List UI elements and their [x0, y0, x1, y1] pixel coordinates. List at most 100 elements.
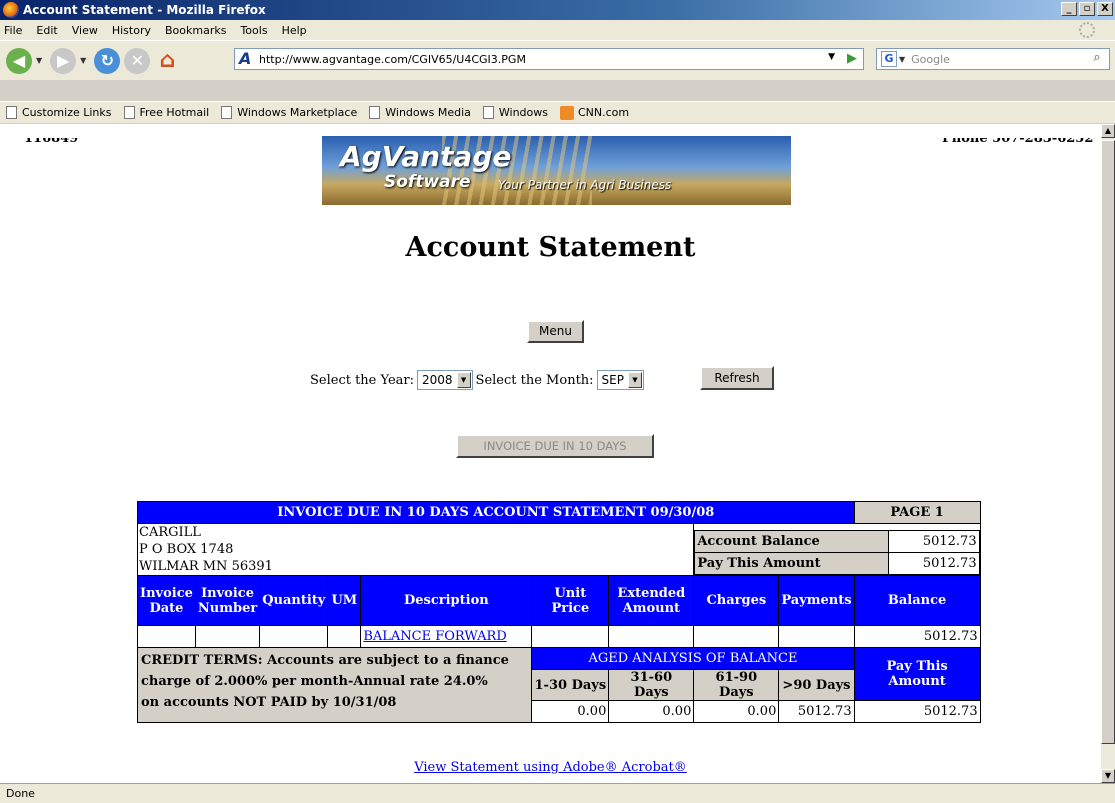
logo-brand: AgVantage [340, 140, 512, 173]
bookmark-cnn[interactable]: CNN.com [560, 105, 630, 120]
google-engine-icon[interactable]: G [881, 51, 897, 67]
cell-unit-price [531, 625, 610, 648]
menu-edit[interactable]: Edit [36, 24, 57, 37]
minimize-button[interactable]: _ [1061, 2, 1077, 16]
bookmark-customize-links[interactable]: Customize Links [6, 106, 112, 119]
url-dropdown-icon[interactable]: ▼ [828, 52, 835, 62]
column-header: Charges [693, 575, 780, 626]
bookmarks-bar: Customize Links Free Hotmail Windows Mar… [0, 101, 1115, 123]
bookmark-windows-media[interactable]: Windows Media [369, 106, 471, 119]
page-icon [123, 106, 135, 119]
engine-dropdown-icon[interactable]: ▼ [899, 55, 905, 64]
chevron-down-icon[interactable]: ▼ [456, 372, 471, 388]
bookmark-windows-marketplace[interactable]: Windows Marketplace [221, 106, 357, 119]
bookmark-label: Windows Media [385, 106, 471, 119]
bookmark-label: Free Hotmail [139, 106, 210, 119]
page-icon [221, 106, 233, 119]
close-button[interactable]: X [1097, 2, 1113, 16]
month-select[interactable]: SEP ▼ [596, 370, 644, 390]
chevron-down-icon[interactable]: ▼ [627, 372, 642, 388]
bookmark-windows[interactable]: Windows [482, 106, 548, 119]
pay-amount-value: 5012.73 [888, 552, 980, 575]
statement-table: INVOICE DUE IN 10 DAYS ACCOUNT STATEMENT… [136, 501, 981, 723]
page-number: PAGE 1 [853, 501, 981, 524]
aged-column-header: >90 Days [778, 669, 855, 701]
menu-file[interactable]: File [4, 24, 22, 37]
cell-payments [778, 625, 855, 648]
reload-icon[interactable]: ↻ [94, 47, 121, 74]
column-header: Invoice Date [137, 575, 196, 626]
cell-extended-amount [608, 625, 695, 648]
month-label: Select the Month: [475, 372, 594, 388]
search-bar[interactable]: G ▼ Google ⌕ [876, 48, 1110, 70]
firefox-icon [3, 2, 19, 18]
logo-sub: Software [384, 172, 471, 192]
aged-column-header: 61-90 Days [693, 669, 780, 701]
menu-tools[interactable]: Tools [240, 24, 267, 37]
home-icon[interactable]: ⌂ [154, 48, 180, 74]
aged-value: 0.00 [608, 700, 695, 723]
scroll-thumb[interactable] [1101, 140, 1115, 744]
bookmark-label: CNN.com [578, 106, 630, 119]
balance-forward-link[interactable]: BALANCE FORWARD [363, 629, 506, 644]
url-text[interactable]: http://www.agvantage.com/CGIV65/U4CGI3.P… [259, 53, 526, 66]
search-input[interactable]: Google [911, 53, 950, 66]
period-selector: Select the Year: 2008 ▼ Select the Month… [310, 370, 647, 390]
go-arrow-icon[interactable]: ▶ [847, 51, 857, 66]
year-label: Select the Year: [310, 372, 414, 388]
aged-value: 0.00 [693, 700, 780, 723]
bookmark-label: Windows Marketplace [237, 106, 358, 119]
back-dropdown-icon[interactable]: ▼ [36, 56, 42, 65]
menu-history[interactable]: History [112, 24, 151, 37]
cell-description: BALANCE FORWARD [360, 625, 533, 648]
forward-dropdown-icon[interactable]: ▼ [80, 56, 86, 65]
maximize-button[interactable]: ▫ [1079, 2, 1095, 16]
throbber-icon [1079, 22, 1095, 38]
aged-column-header: 31-60 Days [608, 669, 695, 701]
bookmark-label: Windows [498, 106, 548, 119]
column-header: Unit Price [531, 575, 610, 626]
cell-quantity [259, 625, 329, 648]
menu-help[interactable]: Help [282, 24, 307, 37]
menu-bookmarks[interactable]: Bookmarks [165, 24, 226, 37]
balance-summary: Account Balance 5012.73 Pay This Amount … [693, 523, 981, 576]
month-value: SEP [601, 373, 624, 387]
address-line: WILMAR MN 56391 [139, 559, 273, 574]
account-balance-value: 5012.73 [888, 530, 980, 553]
credit-terms: CREDIT TERMS: Accounts are subject to a … [136, 647, 533, 723]
refresh-button[interactable]: Refresh [700, 366, 774, 390]
aged-analysis-header: AGED ANALYSIS OF BALANCE [531, 647, 855, 670]
search-magnifier-icon[interactable]: ⌕ [1087, 50, 1107, 68]
aged-pay-value: 5012.73 [853, 700, 981, 723]
cell-invoice-number [194, 625, 261, 648]
scroll-up-icon[interactable]: ▲ [1101, 124, 1115, 138]
cell-invoice-date [137, 625, 196, 648]
cell-charges [693, 625, 780, 648]
column-header: Invoice Number [194, 575, 261, 626]
aged-value: 5012.73 [778, 700, 855, 723]
year-select[interactable]: 2008 ▼ [417, 370, 473, 390]
bookmark-free-hotmail[interactable]: Free Hotmail [123, 106, 210, 119]
view-pdf-link[interactable]: View Statement using Adobe® Acrobat® [0, 760, 1101, 775]
column-header: Description [360, 575, 533, 626]
site-favicon-icon: A [239, 49, 252, 68]
statement-header: INVOICE DUE IN 10 DAYS ACCOUNT STATEMENT… [137, 501, 855, 524]
url-bar[interactable]: A http://www.agvantage.com/CGIV65/U4CGI3… [234, 48, 864, 70]
cell-balance: 5012.73 [853, 625, 981, 648]
stop-icon[interactable]: ✕ [124, 47, 151, 74]
column-header: UM [327, 575, 362, 626]
menu-button[interactable]: Menu [527, 320, 584, 343]
title-bar: Account Statement - Mozilla Firefox _ ▫ … [0, 0, 1115, 20]
column-header: Extended Amount [608, 575, 695, 626]
scroll-down-icon[interactable]: ▼ [1101, 769, 1115, 783]
menu-view[interactable]: View [72, 24, 98, 37]
page-icon [6, 106, 17, 119]
aged-value: 0.00 [531, 700, 610, 723]
window-title: Account Statement - Mozilla Firefox [23, 3, 266, 17]
forward-arrow-icon[interactable]: ▶ [50, 47, 77, 74]
credit-terms-line: CREDIT TERMS: Accounts are subject to a … [141, 653, 509, 668]
customer-number-cut: 116849 [24, 138, 78, 144]
vertical-scrollbar[interactable]: ▲ ▼ [1101, 124, 1115, 783]
rss-feed-icon [560, 105, 574, 120]
back-arrow-icon[interactable]: ◀ [6, 47, 32, 74]
